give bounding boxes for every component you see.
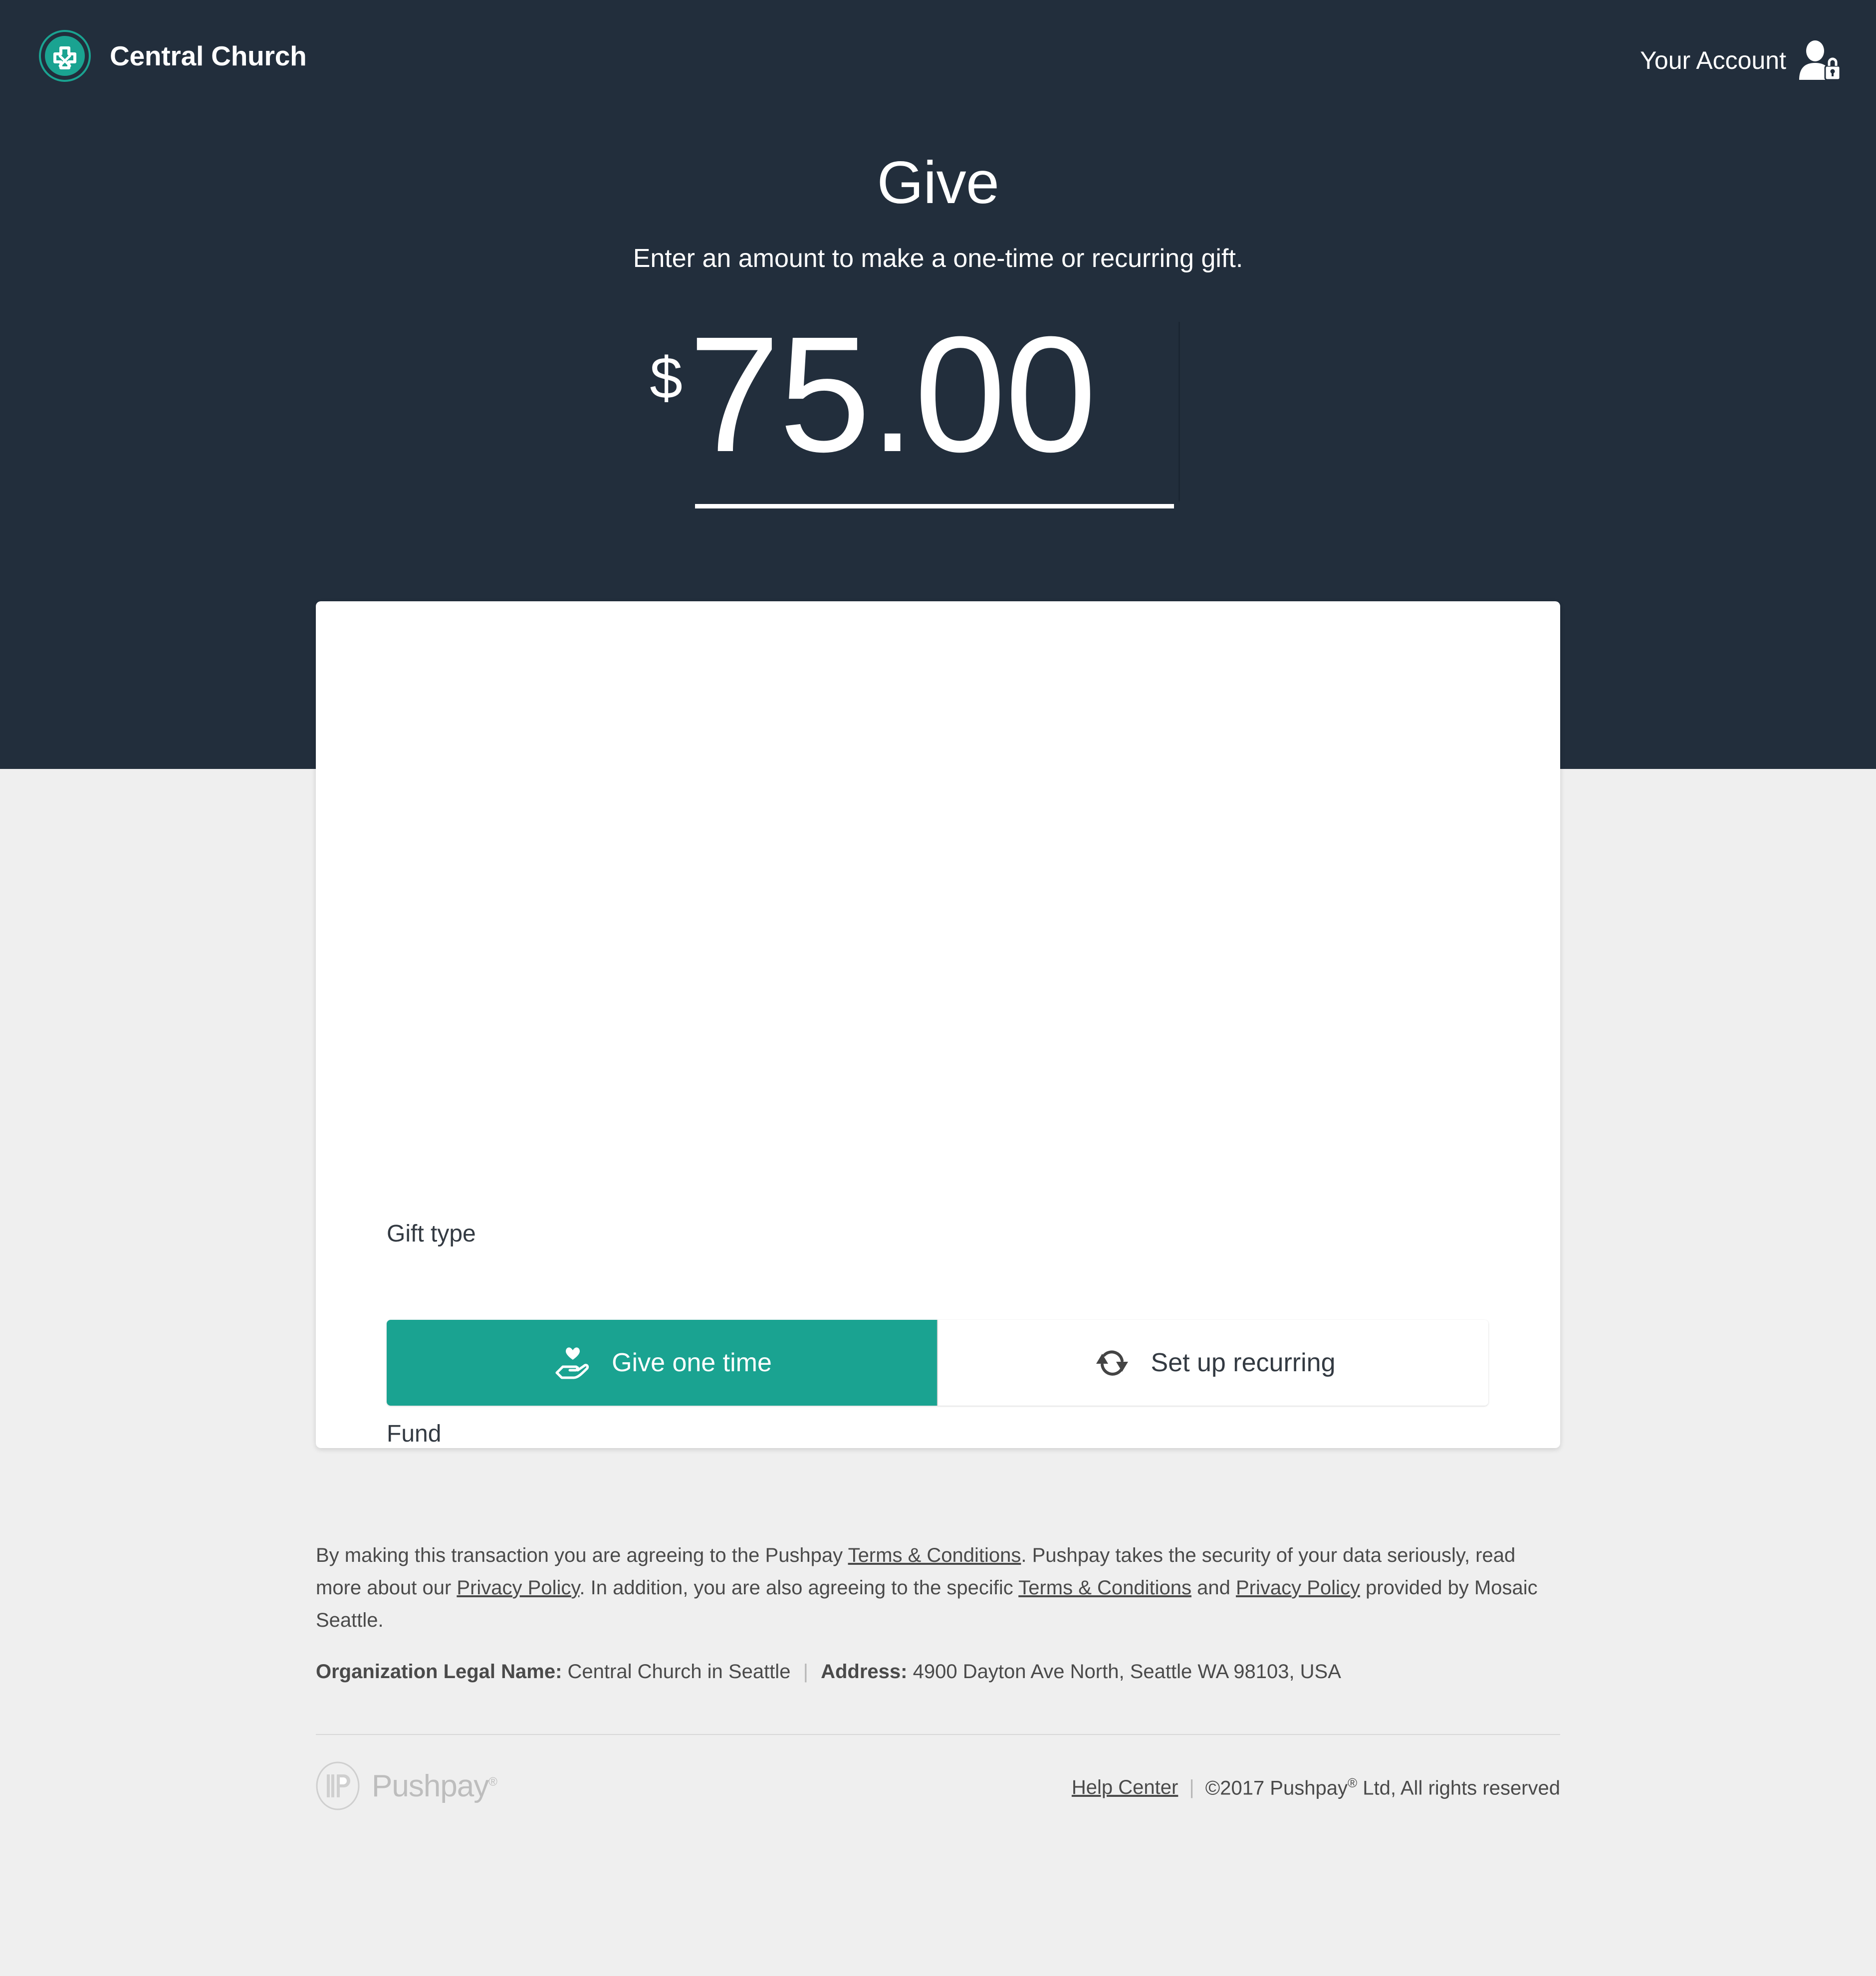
recurring-arrows-icon: [1091, 1342, 1133, 1384]
account-label: Your Account: [1640, 46, 1786, 74]
pushpay-p-icon: [316, 1761, 360, 1810]
amount-input[interactable]: $ 75.00: [565, 312, 1180, 511]
pushpay-logo: Pushpay®: [316, 1761, 497, 1810]
pushpay-registered-mark: ®: [488, 1774, 497, 1788]
pushpay-word-text: Pushpay: [372, 1768, 489, 1803]
gift-form-body: [316, 601, 1560, 1254]
org-legal-name-label: Organization Legal Name:: [316, 1661, 562, 1683]
page-title: Give: [877, 149, 999, 216]
pushpay-wordmark: Pushpay®: [372, 1768, 497, 1804]
brand-link[interactable]: Central Church: [39, 30, 307, 82]
amount-display: $ 75.00: [565, 312, 1180, 505]
account-link[interactable]: Your Account: [1640, 40, 1841, 81]
footer-links: Help Center | ©2017 Pushpay® Ltd, All ri…: [1072, 1775, 1560, 1799]
privacy-policy-link-2[interactable]: Privacy Policy: [1236, 1577, 1360, 1599]
terms-conditions-link-2[interactable]: Terms & Conditions: [1018, 1577, 1191, 1599]
legal-part-1: By making this transaction you are agree…: [316, 1544, 848, 1566]
amount-caret: [1178, 322, 1180, 501]
church-cross-logo-icon: [39, 30, 91, 82]
legal-part-4: and: [1191, 1576, 1236, 1599]
copyright-pre: ©2017 Pushpay: [1205, 1777, 1348, 1799]
org-address-label: Address:: [821, 1661, 908, 1683]
gift-type-recurring-label: Set up recurring: [1151, 1348, 1336, 1377]
gift-type-toggle[interactable]: Give one time Set up recurring: [387, 1320, 1488, 1406]
legal-part-3: . In addition, you are also agreeing to …: [579, 1576, 1019, 1599]
user-lock-icon: [1795, 40, 1841, 81]
gift-type-one-time-button[interactable]: Give one time: [387, 1320, 937, 1406]
gift-form-card: Gift type Give one time Set up recurring…: [316, 601, 1560, 1448]
top-bar: Central Church Your Account: [0, 0, 1876, 132]
give-page: Central Church Your Account Give Enter a…: [0, 0, 1876, 1976]
amount-underline: [695, 504, 1174, 508]
org-address-value: 4900 Dayton Ave North, Seattle WA 98103,…: [913, 1661, 1341, 1683]
copyright-text: ©2017 Pushpay® Ltd, All rights reserved: [1205, 1775, 1560, 1799]
fund-label: Fund: [387, 1421, 442, 1447]
footer-separator: |: [1189, 1776, 1194, 1798]
copyright-post: Ltd, All rights reserved: [1357, 1777, 1560, 1799]
help-center-link[interactable]: Help Center: [1072, 1776, 1178, 1799]
footer-divider: [316, 1734, 1560, 1735]
privacy-policy-link-1[interactable]: Privacy Policy: [457, 1577, 579, 1599]
gift-type-one-time-label: Give one time: [612, 1348, 772, 1377]
gift-type-recurring-button[interactable]: Set up recurring: [937, 1320, 1488, 1406]
org-legal-name-value: Central Church in Seattle: [567, 1661, 791, 1683]
terms-conditions-link-1[interactable]: Terms & Conditions: [848, 1544, 1021, 1566]
org-separator: |: [803, 1661, 808, 1683]
hand-heart-icon: [552, 1342, 594, 1384]
gift-type-label: Gift type: [387, 1221, 476, 1247]
brand-name: Central Church: [110, 40, 307, 71]
page-subtitle: Enter an amount to make a one-time or re…: [633, 244, 1243, 273]
currency-symbol: $: [650, 345, 683, 411]
organization-details: Organization Legal Name: Central Church …: [316, 1658, 1560, 1686]
copyright-registered-mark: ®: [1347, 1775, 1358, 1790]
amount-value: 75.00: [688, 302, 1097, 486]
legal-text: By making this transaction you are agree…: [316, 1539, 1560, 1636]
footer-bar: Pushpay® Help Center | ©2017 Pushpay® Lt…: [316, 1761, 1560, 1816]
